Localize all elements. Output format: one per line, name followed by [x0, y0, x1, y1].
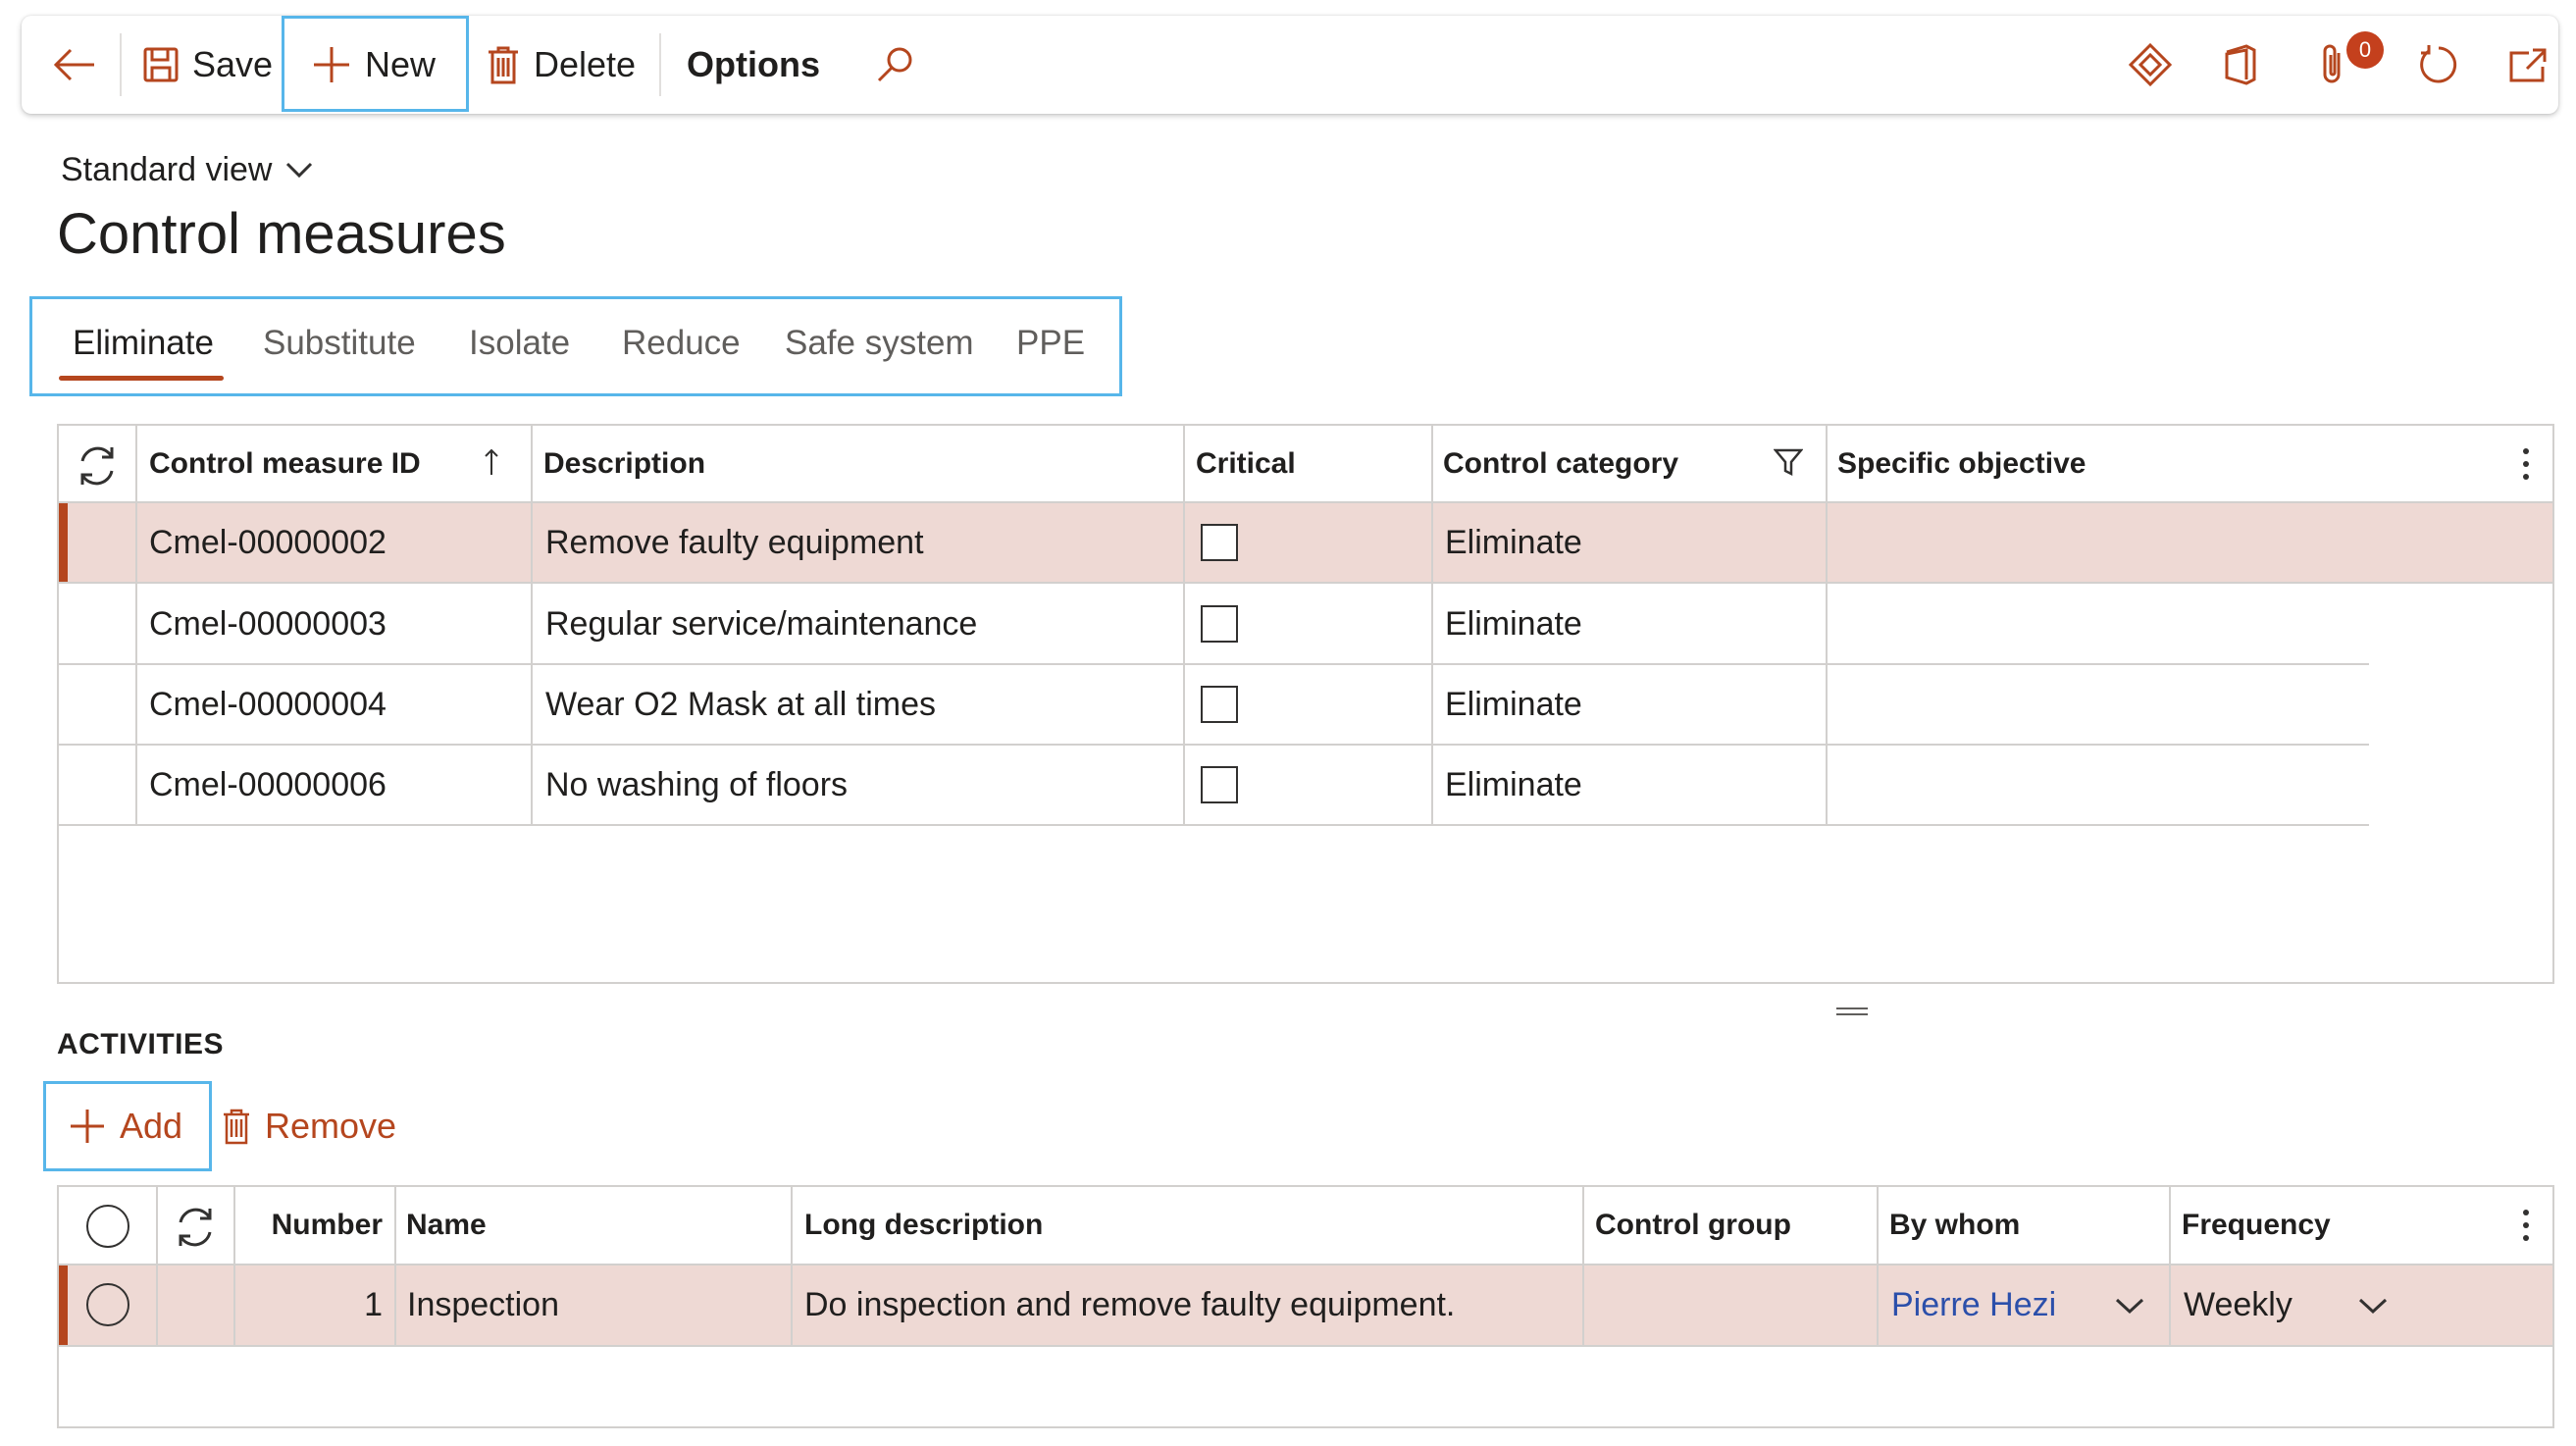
- chevron-down-icon[interactable]: [2358, 1297, 2388, 1315]
- col-header-frequency[interactable]: Frequency: [2182, 1187, 2331, 1264]
- cell-control-measure-id[interactable]: Cmel-00000003: [149, 584, 386, 664]
- attachments-count-badge: 0: [2346, 31, 2384, 69]
- tab-substitute[interactable]: Substitute: [263, 296, 416, 390]
- chevron-down-icon[interactable]: [2115, 1297, 2144, 1315]
- save-label: Save: [192, 44, 274, 84]
- cell-number[interactable]: 1: [235, 1265, 383, 1345]
- open-new-window-button[interactable]: [2507, 16, 2547, 114]
- critical-checkbox[interactable]: [1201, 686, 1238, 723]
- view-selector[interactable]: Standard view: [61, 147, 313, 192]
- critical-checkbox[interactable]: [1201, 524, 1238, 561]
- cell-control-measure-id[interactable]: Cmel-00000002: [149, 502, 386, 583]
- cell-description[interactable]: Wear O2 Mask at all times: [545, 664, 936, 745]
- add-label: Add: [120, 1106, 183, 1146]
- save-icon: [143, 47, 179, 82]
- sort-ascending-icon[interactable]: [485, 447, 498, 477]
- col-header-control-category[interactable]: Control category: [1443, 426, 1678, 502]
- plus-icon: [312, 45, 351, 84]
- critical-checkbox[interactable]: [1201, 766, 1238, 803]
- action-pane: Save New Delete Options 0: [22, 16, 2558, 114]
- office-icon: [2223, 44, 2258, 85]
- search-button[interactable]: [875, 16, 914, 114]
- tab-reduce[interactable]: Reduce: [622, 296, 741, 390]
- plus-icon: [69, 1108, 106, 1145]
- cell-name[interactable]: Inspection: [407, 1265, 559, 1345]
- col-header-number[interactable]: Number: [235, 1187, 383, 1264]
- options-label: Options: [687, 44, 820, 84]
- refresh-button[interactable]: [2417, 16, 2460, 114]
- col-header-critical[interactable]: Critical: [1196, 426, 1296, 502]
- more-options-icon[interactable]: [2521, 447, 2531, 481]
- cell-control-category[interactable]: Eliminate: [1445, 745, 1582, 825]
- col-header-control-measure-id[interactable]: Control measure ID: [149, 426, 421, 502]
- cell-control-category[interactable]: Eliminate: [1445, 584, 1582, 664]
- selected-row-highlight: [59, 502, 2552, 583]
- view-name: Standard view: [61, 150, 273, 188]
- refresh-icon: [2417, 43, 2460, 86]
- back-arrow-icon: [51, 45, 96, 84]
- delete-label: Delete: [534, 44, 637, 84]
- cell-description[interactable]: No washing of floors: [545, 745, 848, 825]
- diamond-grid-icon: [2129, 43, 2172, 86]
- cell-by-whom-link[interactable]: Pierre Hezi: [1891, 1265, 2056, 1345]
- selected-row-marker: [59, 1265, 68, 1345]
- row-select-radio[interactable]: [86, 1283, 129, 1326]
- remove-label: Remove: [265, 1106, 397, 1146]
- trash-icon: [222, 1108, 251, 1145]
- trash-icon: [487, 45, 520, 84]
- more-options-icon[interactable]: [2521, 1209, 2531, 1242]
- refresh-grid-icon[interactable]: [75, 443, 120, 489]
- select-all-radio[interactable]: [86, 1205, 129, 1248]
- selected-row-marker: [59, 502, 68, 583]
- col-header-control-group[interactable]: Control group: [1595, 1187, 1791, 1264]
- cell-description[interactable]: Remove faulty equipment: [545, 502, 924, 583]
- power-apps-button[interactable]: [2129, 16, 2172, 114]
- cell-control-category[interactable]: Eliminate: [1445, 502, 1582, 583]
- open-new-window-icon: [2507, 47, 2547, 82]
- col-header-description[interactable]: Description: [543, 426, 705, 502]
- save-button[interactable]: Save: [143, 16, 273, 114]
- cell-long-description[interactable]: Do inspection and remove faulty equipmen…: [804, 1265, 1455, 1345]
- refresh-grid-icon[interactable]: [173, 1205, 218, 1250]
- new-label: New: [365, 44, 437, 84]
- col-header-by-whom[interactable]: By whom: [1889, 1187, 2020, 1264]
- back-button[interactable]: [51, 16, 96, 114]
- attachments-button[interactable]: [2317, 16, 2350, 114]
- tab-isolate[interactable]: Isolate: [469, 296, 570, 390]
- active-tab-indicator: [59, 376, 224, 381]
- col-header-specific-objective[interactable]: Specific objective: [1837, 426, 2086, 502]
- paperclip-icon: [2317, 43, 2350, 86]
- cell-control-measure-id[interactable]: Cmel-00000006: [149, 745, 386, 825]
- cell-control-measure-id[interactable]: Cmel-00000004: [149, 664, 386, 745]
- delete-button[interactable]: Delete: [487, 16, 636, 114]
- splitter-handle[interactable]: [1836, 1006, 1868, 1017]
- page-title: Control measures: [57, 202, 506, 266]
- add-activity-button[interactable]: Add: [69, 1081, 182, 1171]
- office-button[interactable]: [2223, 16, 2258, 114]
- col-header-name[interactable]: Name: [406, 1187, 487, 1264]
- remove-activity-button[interactable]: Remove: [222, 1081, 396, 1171]
- search-icon: [875, 45, 914, 84]
- critical-checkbox[interactable]: [1201, 605, 1238, 643]
- new-button[interactable]: New: [312, 16, 436, 114]
- tab-safe-system[interactable]: Safe system: [785, 296, 974, 390]
- tab-ppe[interactable]: PPE: [1016, 296, 1085, 390]
- chevron-down-icon: [285, 161, 313, 179]
- cell-control-category[interactable]: Eliminate: [1445, 664, 1582, 745]
- cell-frequency[interactable]: Weekly: [2184, 1265, 2293, 1345]
- filter-icon[interactable]: [1774, 447, 1803, 477]
- options-menu[interactable]: Options: [687, 16, 820, 114]
- activities-section-title: ACTIVITIES: [57, 1028, 225, 1060]
- cell-description[interactable]: Regular service/maintenance: [545, 584, 977, 664]
- col-header-long-description[interactable]: Long description: [804, 1187, 1043, 1264]
